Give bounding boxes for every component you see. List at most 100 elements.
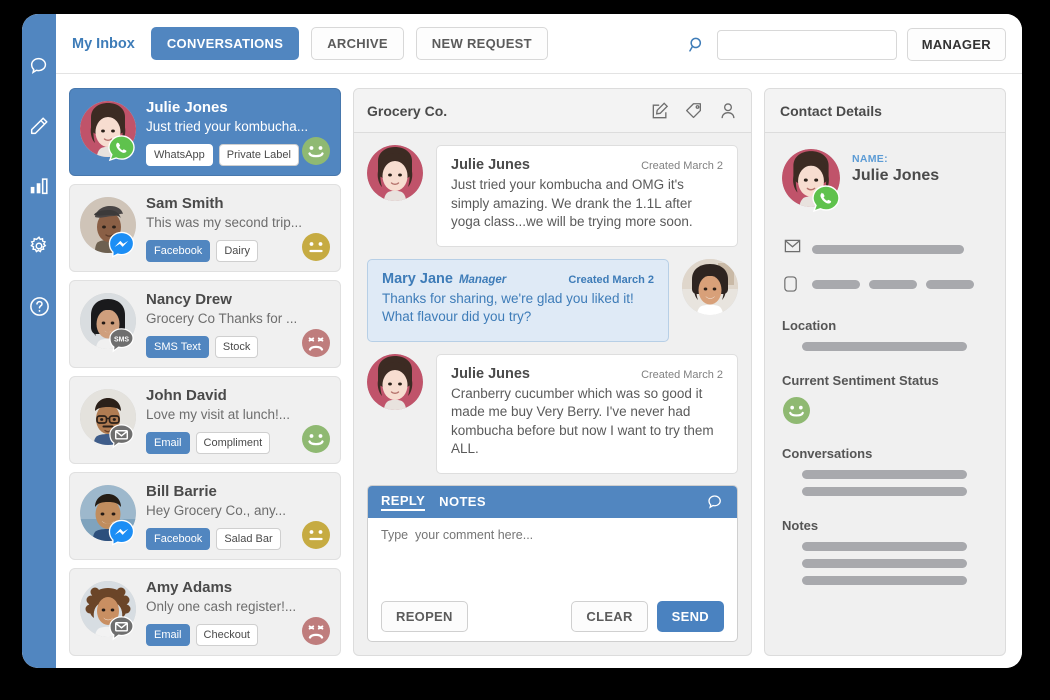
help-circle-icon[interactable] [27,294,51,318]
top-toolbar: My Inbox CONVERSATIONS ARCHIVE NEW REQUE… [56,14,1022,74]
tab-new-request[interactable]: NEW REQUEST [415,27,548,60]
search-icon[interactable] [687,35,707,55]
svg-text:SMS: SMS [114,336,129,343]
conversation-snippet: This was my second trip... [146,215,303,230]
conversation-item-john-david[interactable]: John David Love my visit at lunch!... Em… [69,376,341,464]
conversation-name: Julie Jones [146,99,228,116]
message-header: Julie Junes Created March 2 [451,157,723,173]
tab-reply[interactable]: REPLY [381,493,426,511]
redacted-bar [869,279,917,289]
channel-tag[interactable]: Email [146,432,190,454]
channel-tag[interactable]: WhatsApp [146,144,213,166]
toolbar-right-group: MANAGER [687,28,1006,61]
channel-tag[interactable]: Facebook [146,528,211,550]
message-date: Created March 2 [568,273,654,286]
conversation-snippet: Hey Grocery Co., any... [146,503,287,518]
avatar [367,353,423,410]
reply-textarea[interactable] [368,518,737,592]
tag-icon[interactable] [684,101,704,121]
envelope-icon [782,237,803,261]
tab-archive[interactable]: ARCHIVE [311,27,404,60]
redacted-bar [802,470,967,479]
section-label-location: Location [782,318,837,333]
conversation-item-bill-barrie[interactable]: Bill Barrie Hey Grocery Co., any... Face… [69,472,341,560]
redacted-bar [802,559,967,568]
tab-notes[interactable]: NOTES [439,494,486,510]
conversation-text: Nancy Drew Grocery Co Thanks for ... SMS… [136,290,330,358]
main-columns: Julie Jones Just tried your kombucha... … [56,74,1022,668]
message-role: Manager [458,273,507,286]
conversation-name: Bill Barrie [146,483,217,500]
conversation-item-julie-jones[interactable]: Julie Jones Just tried your kombucha... … [69,88,341,176]
topic-tag[interactable]: Compliment [195,432,271,454]
conversation-name: John David [146,387,227,404]
avatar [682,258,738,315]
message-text: Cranberry cucumber which was so good it … [451,385,714,457]
conversation-text: John David Love my visit at lunch!... Em… [136,386,330,454]
tab-conversations[interactable]: CONVERSATIONS [150,27,300,60]
email-icon [108,615,135,642]
topic-tag[interactable]: Stock [214,336,259,358]
message-bubble: Julie Junes Created March 2 Just tried y… [436,145,738,247]
avatar [367,145,423,201]
conversation-header-actions [650,101,738,121]
redacted-bar [802,487,967,496]
conversation-list: Julie Jones Just tried your kombucha... … [69,88,341,656]
chat-bubble-icon[interactable] [706,493,724,511]
sentiment-badge-happy [302,137,330,165]
whatsapp-icon [812,185,840,213]
conversation-detail-panel: Grocery Co. Julie Junes Created March 2 … [353,88,752,656]
conversation-text: Bill Barrie Hey Grocery Co., any... Face… [136,482,330,550]
channel-tag[interactable]: SMS Text [146,336,209,358]
contact-name-value: Julie Jones [852,167,940,184]
topic-tag[interactable]: Salad Bar [216,528,281,550]
conversation-name: Nancy Drew [146,291,232,308]
contact-email-row [782,237,988,261]
clear-button[interactable]: CLEAR [571,600,648,632]
my-inbox-link[interactable]: My Inbox [72,36,135,52]
channel-tag[interactable]: Email [146,624,190,646]
message-row: Julie Junes Created March 2 Cranberry cu… [367,353,738,474]
redacted-bar [812,244,964,254]
messenger-icon [108,519,135,546]
contact-channels [782,237,988,296]
send-button[interactable]: SEND [656,600,724,632]
redacted-bar [802,576,967,585]
message-date: Created March 2 [641,160,723,172]
redacted-bar [812,279,860,289]
left-icon-rail [22,14,56,668]
conversation-item-nancy-drew[interactable]: SMS Nancy Drew Grocery Co Thanks for ...… [69,280,341,368]
avatar [80,581,136,641]
compose-icon[interactable] [650,101,670,121]
contact-details-title: Contact Details [780,102,882,119]
workspace: My Inbox CONVERSATIONS ARCHIVE NEW REQUE… [56,14,1022,668]
message-header: Julie Junes Created March 2 [451,366,723,382]
topic-tag[interactable]: Private Label [218,144,299,166]
gear-icon[interactable] [27,234,51,258]
avatar [782,149,840,213]
topic-tag[interactable]: Checkout [195,624,258,646]
manager-button[interactable]: MANAGER [906,28,1006,61]
pencil-icon[interactable] [27,114,51,138]
sentiment-badge-happy [302,425,330,453]
message-text: Just tried your kombucha and OMG it's si… [451,177,693,229]
message-bubble: Mary Jane Manager Created March 2 Thanks… [367,258,669,342]
contact-phone-row [782,272,988,296]
conversation-snippet: Only one cash register!... [146,599,297,614]
chat-bubble-icon[interactable] [27,54,51,78]
conversation-text: Amy Adams Only one cash register!... Ema… [136,578,330,646]
redacted-bar [802,342,967,351]
section-label-conversations: Conversations [782,446,873,461]
email-icon [108,423,135,450]
bar-chart-icon[interactable] [27,174,51,198]
channel-tag[interactable]: Facebook [146,240,211,262]
person-icon[interactable] [718,101,738,121]
reopen-button[interactable]: REOPEN [381,600,468,632]
conversation-text: Sam Smith This was my second trip... Fac… [136,194,330,262]
conversation-item-amy-adams[interactable]: Amy Adams Only one cash register!... Ema… [69,568,341,656]
sentiment-badge-neutral [302,521,330,549]
conversation-item-sam-smith[interactable]: Sam Smith This was my second trip... Fac… [69,184,341,272]
topic-tag[interactable]: Dairy [216,240,258,262]
contact-name-block: NAME: Julie Jones [840,149,939,185]
search-input[interactable] [716,29,897,60]
